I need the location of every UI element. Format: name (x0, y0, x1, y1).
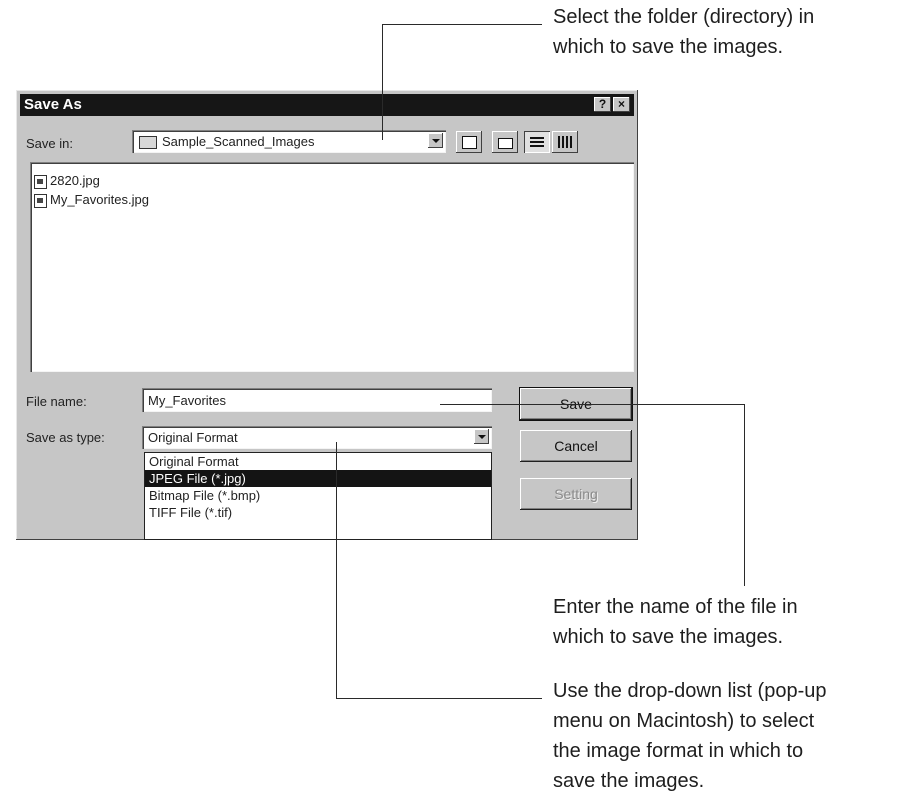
save-as-type-value: Original Format (148, 430, 238, 445)
save-as-dialog: Save As ? × Save in: Sample_Scanned_Imag… (16, 90, 638, 540)
file-name-input[interactable]: My_Favorites (142, 388, 492, 412)
file-name-label: File name: (26, 394, 87, 409)
details-view-icon (558, 136, 572, 148)
type-option-original[interactable]: Original Format (145, 453, 491, 470)
details-view-button[interactable] (552, 131, 578, 153)
image-file-icon (34, 174, 47, 189)
title-bar: Save As ? × (20, 94, 634, 116)
folder-icon (139, 136, 157, 149)
save-as-type-dropdown[interactable]: Original Format (142, 426, 492, 449)
file-item[interactable]: My_Favorites.jpg (34, 191, 149, 209)
cancel-button[interactable]: Cancel (520, 430, 632, 462)
file-name-value: My_Favorites (148, 393, 227, 408)
save-in-value: Sample_Scanned_Images (162, 134, 315, 149)
leader-line-filename-h (440, 404, 744, 405)
up-folder-icon (462, 136, 477, 149)
list-view-button[interactable] (524, 131, 550, 153)
leader-line-folder-h (382, 24, 542, 25)
callout-folder: Select the folder (directory) in which t… (553, 6, 815, 58)
up-one-level-button[interactable] (456, 131, 482, 153)
file-list[interactable]: 2820.jpg My_Favorites.jpg (30, 162, 634, 372)
save-as-type-label: Save as type: (26, 430, 105, 445)
close-button[interactable]: × (613, 97, 630, 112)
leader-line-format-h (336, 698, 542, 699)
leader-line-filename-v (744, 404, 745, 586)
save-in-dropdown[interactable]: Sample_Scanned_Images (132, 130, 446, 153)
callout-filename: Enter the name of the file in which to s… (553, 596, 798, 648)
leader-line-folder-v (382, 24, 383, 140)
file-item[interactable]: 2820.jpg (34, 172, 100, 190)
list-view-icon (530, 137, 544, 147)
type-option-tiff[interactable]: TIFF File (*.tif) (145, 504, 491, 521)
file-item-label: 2820.jpg (50, 173, 100, 188)
chevron-down-icon[interactable] (474, 429, 489, 444)
chevron-down-icon[interactable] (428, 133, 443, 148)
dialog-title: Save As (24, 96, 82, 113)
image-file-icon (34, 193, 47, 208)
type-option-jpeg[interactable]: JPEG File (*.jpg) (145, 470, 491, 487)
leader-line-format-v (336, 442, 337, 698)
setting-button[interactable]: Setting (520, 478, 632, 510)
help-button[interactable]: ? (594, 97, 611, 112)
save-in-label: Save in: (26, 136, 73, 151)
type-options-list: Original Format JPEG File (*.jpg) Bitmap… (144, 452, 492, 540)
new-folder-icon (498, 138, 513, 149)
file-item-label: My_Favorites.jpg (50, 192, 149, 207)
callout-format: Use the drop-down list (pop-up menu on M… (553, 680, 827, 792)
new-folder-button[interactable] (492, 131, 518, 153)
type-option-bitmap[interactable]: Bitmap File (*.bmp) (145, 487, 491, 504)
